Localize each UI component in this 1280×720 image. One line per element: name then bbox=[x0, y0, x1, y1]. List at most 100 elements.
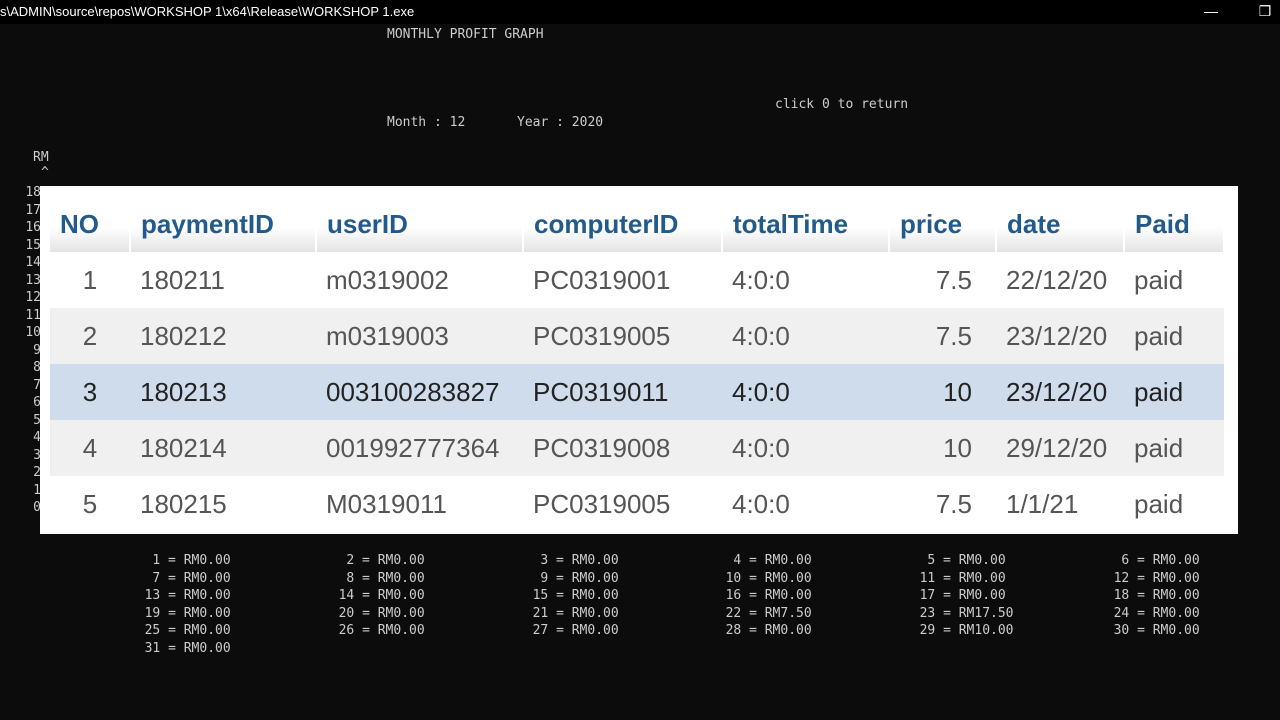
daily-total-item: 9 = RM0.00 bbox=[540, 570, 619, 586]
cell-paid: paid bbox=[1134, 488, 1184, 519]
table-row[interactable]: 4 180214 001992777364 PC0319008 4:0:0 10 29/12… bbox=[50, 420, 1224, 476]
minimize-icon[interactable]: — bbox=[1188, 0, 1234, 24]
cell-total-time: 4:0:0 bbox=[722, 308, 889, 364]
cell-no: 4 bbox=[50, 420, 130, 476]
daily-total-item: 25 = RM0.00 bbox=[144, 623, 231, 639]
daily-total-item: 21 = RM0.00 bbox=[532, 605, 619, 621]
daily-total-item: 18 = RM0.00 bbox=[1113, 588, 1200, 604]
daily-total-item: 30 = RM0.00 bbox=[1113, 623, 1200, 639]
daily-total-item: 26 = RM0.00 bbox=[338, 623, 425, 639]
cell-price: 7.5 bbox=[935, 488, 972, 519]
cell-payment-id: 180211 bbox=[140, 264, 225, 295]
daily-total-item: 13 = RM0.00 bbox=[144, 588, 231, 604]
cell-paid: paid bbox=[1134, 264, 1184, 295]
y-axis-tick: 15 bbox=[25, 237, 41, 253]
cell-total-time: 4:0:0 bbox=[732, 264, 790, 295]
column-header-date[interactable]: date bbox=[996, 196, 1125, 252]
table-row[interactable]: 3 180213 003100283827 PC0319011 4:0:0 10 23/12… bbox=[50, 364, 1224, 420]
table-row[interactable]: 1 180211 m0319002 PC0319001 4:0:0 7.5 22/12/20… bbox=[50, 252, 1224, 308]
daily-total-item: 29 = RM10.00 bbox=[919, 623, 1014, 639]
daily-total-item: 6 = RM0.00 bbox=[1121, 553, 1200, 568]
daily-total-item: 7 = RM0.00 bbox=[152, 570, 231, 586]
cell-price: 10 bbox=[889, 420, 996, 476]
cell-no: 1 bbox=[82, 264, 98, 295]
cell-payment-id: 180213 bbox=[130, 364, 316, 420]
daily-total-item: 31 = RM0.00 bbox=[144, 641, 231, 656]
cell-paid: paid bbox=[1124, 308, 1224, 364]
column-header-price[interactable]: price bbox=[889, 196, 997, 252]
column-header-paid[interactable]: Paid bbox=[1124, 196, 1225, 252]
y-axis-tick: 11 bbox=[25, 307, 41, 323]
window-titlebar[interactable]: s\ADMIN\source\repos\WORKSHOP 1\x64\Rele… bbox=[0, 0, 1280, 24]
cell-user-id: 003100283827 bbox=[316, 364, 523, 420]
column-header-payment-id[interactable]: paymentID bbox=[130, 196, 317, 252]
daily-total-item: 15 = RM0.00 bbox=[532, 588, 619, 604]
cell-total-time: 4:0:0 bbox=[722, 420, 889, 476]
graph-heading: MONTHLY PROFIT GRAPH bbox=[387, 27, 544, 42]
cell-total-time: 4:0:0 bbox=[722, 364, 889, 420]
y-axis-tick: 14 bbox=[25, 255, 41, 270]
cell-no: 5 bbox=[82, 488, 98, 519]
daily-total-item: 20 = RM0.00 bbox=[338, 605, 425, 621]
cell-computer-id: PC0319005 bbox=[523, 308, 722, 364]
y-axis-tick: 12 bbox=[25, 290, 41, 305]
cell-date: 23/12/20 bbox=[996, 308, 1124, 364]
cell-date: 29/12/20 bbox=[996, 420, 1124, 476]
cell-computer-id: PC0319008 bbox=[523, 420, 722, 476]
y-axis-tick: 13 bbox=[25, 272, 41, 288]
daily-total-item: 22 = RM7.50 bbox=[725, 605, 812, 621]
table-row[interactable]: 2 180212 m0319003 PC0319005 4:0:0 7.5 23/12/20… bbox=[50, 308, 1224, 364]
window-title: s\ADMIN\source\repos\WORKSHOP 1\x64\Rele… bbox=[0, 4, 415, 19]
cell-computer-id: PC0319005 bbox=[533, 488, 671, 519]
table-row[interactable]: 5 180215 M0319011 PC0319005 4:0:0 7.5 1/1/21 pa… bbox=[50, 476, 1224, 532]
cell-paid: paid bbox=[1124, 364, 1224, 420]
daily-total-item: 12 = RM0.00 bbox=[1113, 570, 1200, 586]
return-hint: click 0 to return bbox=[775, 97, 909, 112]
y-axis-tick: 10 bbox=[25, 325, 41, 340]
daily-total-item: 8 = RM0.00 bbox=[346, 570, 425, 586]
daily-total-item: 14 = RM0.00 bbox=[338, 588, 425, 604]
daily-total-item: 1 = RM0.00 bbox=[152, 553, 231, 568]
y-axis-tick: 18 bbox=[25, 185, 41, 200]
column-header-no[interactable]: NO bbox=[50, 196, 131, 252]
cell-computer-id: PC0319001 bbox=[533, 264, 671, 295]
cell-price: 7.5 bbox=[935, 264, 972, 295]
daily-total-item: 28 = RM0.00 bbox=[725, 623, 812, 639]
daily-total-item: 16 = RM0.00 bbox=[725, 588, 812, 604]
daily-total-item: 23 = RM17.50 bbox=[919, 605, 1014, 621]
cell-payment-id: 180215 bbox=[140, 488, 227, 519]
daily-total-item: 19 = RM0.00 bbox=[144, 605, 231, 621]
daily-total-item: 5 = RM0.00 bbox=[927, 553, 1006, 568]
cell-paid: paid bbox=[1124, 420, 1224, 476]
daily-total-item: 17 = RM0.00 bbox=[919, 588, 1006, 604]
cell-user-id: M0319011 bbox=[326, 488, 447, 519]
month-label: Month : 12 bbox=[387, 115, 466, 130]
table-header-row: NO paymentID userID computerID totalTime… bbox=[50, 196, 1225, 252]
cell-date: 1/1/21 bbox=[1006, 488, 1079, 519]
daily-total-item: 2 = RM0.00 bbox=[346, 553, 425, 568]
cell-price: 7.5 bbox=[889, 308, 996, 364]
daily-total-item: 11 = RM0.00 bbox=[919, 570, 1006, 586]
daily-total-item: 4 = RM0.00 bbox=[733, 553, 812, 568]
cell-total-time: 4:0:0 bbox=[732, 488, 790, 519]
column-header-computer-id[interactable]: computerID bbox=[523, 196, 723, 252]
y-axis-arrow: ^ bbox=[41, 165, 49, 180]
cell-user-id: m0319002 bbox=[326, 264, 449, 295]
cell-no: 3 bbox=[50, 364, 130, 420]
cell-user-id: m0319003 bbox=[316, 308, 523, 364]
daily-total-item: 10 = RM0.00 bbox=[725, 570, 812, 586]
column-header-total-time[interactable]: totalTime bbox=[722, 196, 890, 252]
column-header-user-id[interactable]: userID bbox=[316, 196, 524, 252]
year-label: Year : 2020 bbox=[517, 115, 604, 130]
cell-date: 22/12/20 bbox=[1006, 264, 1108, 295]
restore-icon[interactable]: ❐ bbox=[1242, 0, 1280, 24]
cell-payment-id: 180214 bbox=[130, 420, 316, 476]
cell-date: 23/12/20 bbox=[996, 364, 1124, 420]
y-axis-unit: RM bbox=[33, 150, 49, 165]
cell-user-id: 001992777364 bbox=[316, 420, 523, 476]
payments-table-panel: NO paymentID userID computerID totalTime… bbox=[40, 186, 1238, 534]
cell-price: 10 bbox=[889, 364, 996, 420]
daily-total-item: 27 = RM0.00 bbox=[532, 623, 619, 639]
y-axis-tick: 16 bbox=[25, 220, 41, 235]
y-axis-tick: 17 bbox=[25, 202, 41, 218]
